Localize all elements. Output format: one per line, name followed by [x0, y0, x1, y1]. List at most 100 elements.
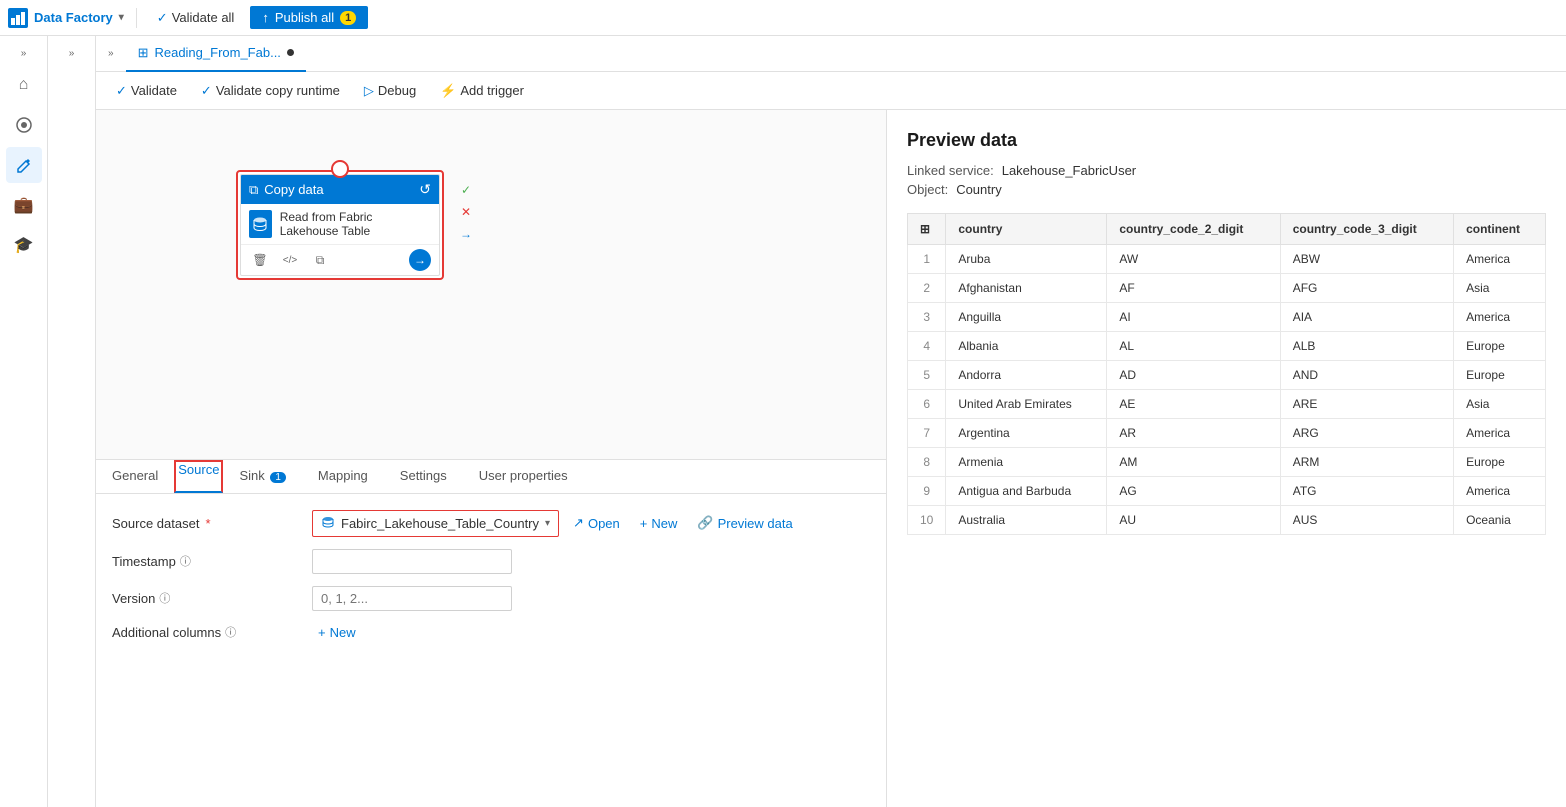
dataset-select-icon — [321, 515, 335, 532]
toolbar: ✓ Validate ✓ Validate copy runtime ▷ Deb… — [96, 72, 1566, 110]
cell-country: Afghanistan — [946, 274, 1107, 303]
cell-code2: AE — [1107, 390, 1280, 419]
table-row: 7 Argentina AR ARG America — [908, 419, 1546, 448]
tab-source[interactable]: Source — [174, 460, 223, 493]
additional-columns-label: Additional columns ⓘ — [112, 624, 312, 640]
panel-content: Source dataset * — [96, 494, 886, 670]
row-num: 5 — [908, 361, 946, 390]
cell-country: Andorra — [946, 361, 1107, 390]
cell-code3: ARM — [1280, 448, 1453, 477]
sidebar-expand[interactable]: » — [17, 44, 31, 63]
sidebar-item-home[interactable]: ⌂ — [6, 67, 42, 103]
tab-sink[interactable]: Sink 1 — [223, 460, 301, 493]
app-title: Data Factory — [34, 10, 113, 25]
node-arrow-icon[interactable]: → — [409, 249, 431, 271]
node-refresh-icon[interactable]: ↺ — [419, 181, 431, 198]
table-row: 10 Australia AU AUS Oceania — [908, 506, 1546, 535]
secondary-expand[interactable]: » — [65, 44, 79, 63]
tab-expand[interactable]: » — [104, 46, 118, 61]
add-trigger-button[interactable]: ⚡ Add trigger — [436, 81, 528, 101]
tab-reading[interactable]: ⊞ Reading_From_Fab... — [126, 36, 306, 72]
node-top-circle — [331, 160, 349, 178]
pipeline-canvas: ⧉ Copy data ↺ — [96, 110, 886, 459]
cell-country: Albania — [946, 332, 1107, 361]
node-check-icon[interactable]: ✓ — [456, 180, 476, 200]
cell-code3: AUS — [1280, 506, 1453, 535]
sidebar-item-learn[interactable]: 🎓 — [6, 227, 42, 263]
timestamp-control — [312, 549, 512, 574]
preview-panel: Preview data Linked service: Lakehouse_F… — [886, 110, 1566, 807]
source-dataset-label: Source dataset * — [112, 516, 312, 531]
app-chevron[interactable]: ▾ — [119, 12, 124, 23]
version-info-icon[interactable]: ⓘ — [159, 590, 170, 606]
node-delete-icon[interactable]: 🗑 — [249, 249, 271, 271]
trigger-icon: ⚡ — [440, 83, 456, 99]
row-num: 1 — [908, 245, 946, 274]
object-label: Object: — [907, 182, 948, 197]
cell-code2: AW — [1107, 245, 1280, 274]
cell-code2: AM — [1107, 448, 1280, 477]
table-icon-header: ⊞ — [908, 214, 946, 245]
cell-country: Antigua and Barbuda — [946, 477, 1107, 506]
table-row: 6 United Arab Emirates AE ARE Asia — [908, 390, 1546, 419]
debug-button[interactable]: ▷ Debug — [360, 81, 420, 101]
row-num: 2 — [908, 274, 946, 303]
validate-all-button[interactable]: ✓ Validate all — [149, 6, 243, 30]
node-code-icon[interactable]: </> — [279, 249, 301, 271]
additional-info-icon[interactable]: ⓘ — [225, 624, 236, 640]
panel-tabs: General Source Sink 1 Mapping Settings U… — [96, 460, 886, 494]
cell-code2: AI — [1107, 303, 1280, 332]
new-dataset-button[interactable]: + New — [634, 514, 684, 533]
main-layout: » ⌂ 💼 🎓 » » ⊞ Reading_From_Fab... — [0, 36, 1566, 807]
linked-service-row: Linked service: Lakehouse_FabricUser — [907, 163, 1546, 178]
top-bar: Data Factory ▾ ✓ Validate all ↑ Publish … — [0, 0, 1566, 36]
object-value: Country — [956, 182, 1002, 197]
copy-node-wrapper: ⧉ Copy data ↺ — [236, 170, 444, 280]
cell-continent: Europe — [1454, 448, 1546, 477]
copy-node-outer[interactable]: ⧉ Copy data ↺ — [236, 170, 444, 280]
tab-settings[interactable]: Settings — [384, 460, 463, 493]
new-icon: + — [640, 516, 648, 531]
timestamp-label: Timestamp ⓘ — [112, 553, 312, 569]
cell-country: Australia — [946, 506, 1107, 535]
preview-icon: 🔗 — [697, 515, 713, 531]
cell-code2: AF — [1107, 274, 1280, 303]
sidebar-item-author[interactable] — [6, 147, 42, 183]
dataset-chevron-icon: ▾ — [545, 518, 550, 529]
tab-mapping[interactable]: Mapping — [302, 460, 384, 493]
validate-copy-icon: ✓ — [201, 83, 212, 99]
cell-country: Argentina — [946, 419, 1107, 448]
publish-all-button[interactable]: ↑ Publish all 1 — [250, 6, 368, 29]
cell-continent: America — [1454, 419, 1546, 448]
required-marker: * — [205, 516, 210, 531]
source-dataset-control: Fabirc_Lakehouse_Table_Country ▾ ↗ Open … — [312, 510, 799, 537]
node-x-icon[interactable]: ✕ — [456, 202, 476, 222]
open-button[interactable]: ↗ Open — [567, 513, 626, 533]
app-logo: Data Factory ▾ — [8, 8, 124, 28]
timestamp-row: Timestamp ⓘ — [112, 549, 870, 574]
cell-country: Armenia — [946, 448, 1107, 477]
validate-copy-button[interactable]: ✓ Validate copy runtime — [197, 81, 344, 101]
table-row: 5 Andorra AD AND Europe — [908, 361, 1546, 390]
tab-general[interactable]: General — [96, 460, 174, 493]
dataset-select[interactable]: Fabirc_Lakehouse_Table_Country ▾ — [312, 510, 559, 537]
add-column-button[interactable]: + New — [312, 623, 362, 642]
node-copy-icon[interactable]: ⧉ — [309, 249, 331, 271]
row-num: 9 — [908, 477, 946, 506]
version-input[interactable] — [312, 586, 512, 611]
node-side-arrow-icon[interactable]: → — [456, 224, 476, 244]
validate-button[interactable]: ✓ Validate — [112, 81, 181, 101]
cell-country: United Arab Emirates — [946, 390, 1107, 419]
row-num: 8 — [908, 448, 946, 477]
timestamp-info-icon[interactable]: ⓘ — [180, 553, 191, 569]
tab-icon: ⊞ — [138, 45, 149, 61]
cell-code2: AG — [1107, 477, 1280, 506]
timestamp-input[interactable] — [312, 549, 512, 574]
row-num: 6 — [908, 390, 946, 419]
sidebar-item-manage[interactable]: 💼 — [6, 187, 42, 223]
preview-data-button[interactable]: 🔗 Preview data — [691, 513, 798, 533]
sidebar-item-monitor[interactable] — [6, 107, 42, 143]
tab-user-properties[interactable]: User properties — [463, 460, 584, 493]
table-row: 1 Aruba AW ABW America — [908, 245, 1546, 274]
preview-meta: Linked service: Lakehouse_FabricUser Obj… — [907, 163, 1546, 197]
